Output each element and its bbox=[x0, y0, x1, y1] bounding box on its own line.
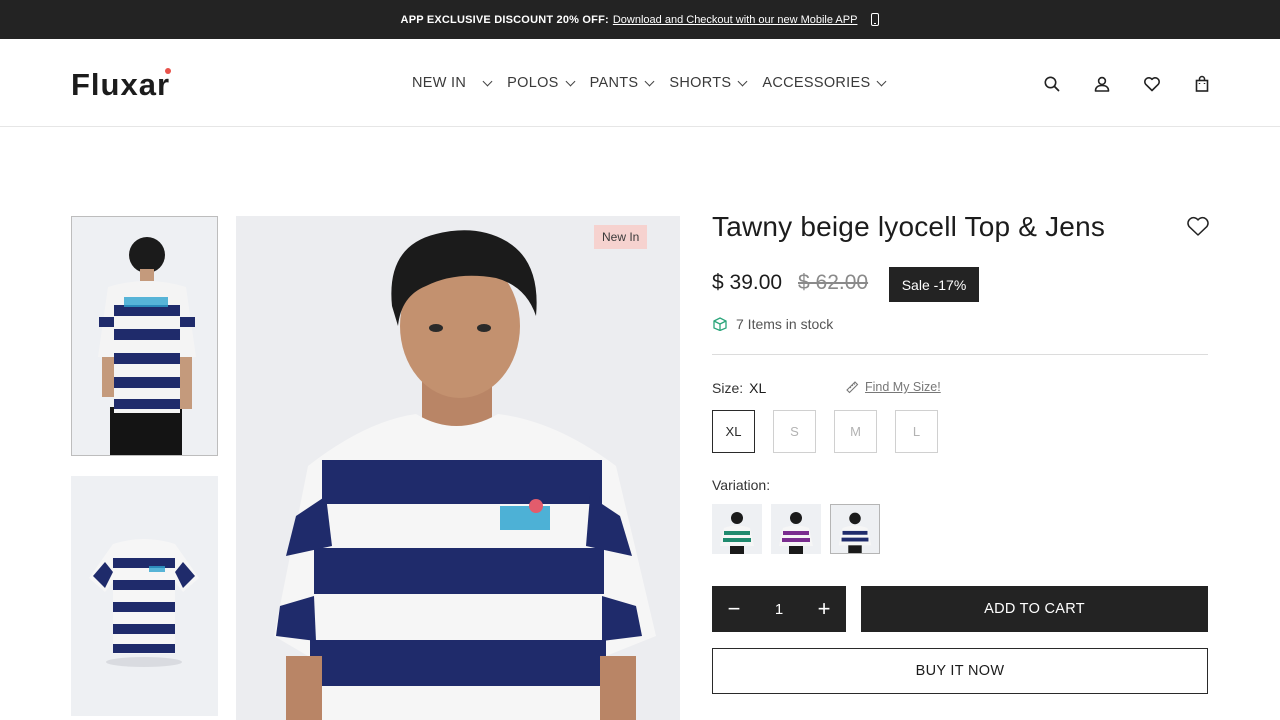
wishlist-icon[interactable] bbox=[1143, 74, 1193, 94]
announcement-text: APP EXCLUSIVE DISCOUNT 20% OFF: bbox=[400, 13, 609, 26]
new-in-badge: New In bbox=[594, 225, 648, 249]
announcement-bar: APP EXCLUSIVE DISCOUNT 20% OFF: Download… bbox=[0, 0, 1280, 39]
divider bbox=[712, 354, 1208, 355]
size-option-l[interactable]: L bbox=[895, 410, 938, 453]
size-option-xl[interactable]: XL bbox=[712, 410, 755, 453]
heart-icon[interactable] bbox=[1186, 215, 1210, 237]
sale-badge: Sale -17% bbox=[889, 267, 979, 302]
variation-option-purple[interactable] bbox=[771, 504, 821, 554]
stock-status: 7 Items in stock bbox=[712, 316, 833, 332]
nav-item-polos[interactable]: POLOS bbox=[507, 75, 576, 91]
gallery-thumbnail-flat[interactable] bbox=[71, 476, 218, 716]
variation-option-navy[interactable] bbox=[830, 504, 880, 554]
chevron-down-icon bbox=[482, 76, 493, 86]
product-model-image bbox=[236, 216, 680, 720]
cart-icon[interactable] bbox=[1193, 74, 1243, 94]
account-icon[interactable] bbox=[1093, 74, 1143, 94]
main-nav: NEW IN POLOS PANTS SHORTS ACCESSORIES bbox=[412, 75, 901, 91]
quantity-increase-button[interactable]: + bbox=[816, 598, 832, 620]
mobile-phone-icon bbox=[871, 13, 880, 26]
add-to-cart-button[interactable]: ADD TO CART bbox=[861, 586, 1208, 632]
variation-options bbox=[712, 504, 880, 554]
announcement-link[interactable]: Download and Checkout with our new Mobil… bbox=[613, 14, 858, 26]
stock-text: 7 Items in stock bbox=[736, 316, 834, 332]
search-icon[interactable] bbox=[1043, 74, 1093, 94]
quantity-decrease-button[interactable]: − bbox=[726, 598, 742, 620]
compare-price: $ 62.00 bbox=[798, 271, 869, 294]
nav-item-pants[interactable]: PANTS bbox=[590, 75, 655, 91]
selected-size-value: XL bbox=[749, 380, 767, 396]
nav-item-accessories[interactable]: ACCESSORIES bbox=[762, 75, 887, 91]
variation-option-green[interactable] bbox=[712, 504, 762, 554]
quantity-stepper: − 1 + bbox=[712, 586, 846, 632]
chevron-down-icon bbox=[737, 76, 748, 86]
site-header: Fluxar NEW IN POLOS PANTS SHORTS ACCESSO… bbox=[0, 39, 1280, 127]
product-price: $ 39.00 bbox=[712, 271, 783, 294]
product-flat-view-image bbox=[71, 476, 218, 716]
chevron-down-icon bbox=[565, 76, 576, 86]
product-title: Tawny beige lyocell Top & Jens bbox=[712, 211, 1106, 242]
logo[interactable]: Fluxar bbox=[71, 67, 172, 103]
nav-item-shorts[interactable]: SHORTS bbox=[669, 75, 748, 91]
chevron-down-icon bbox=[877, 76, 887, 86]
size-options: XL S M L bbox=[712, 410, 938, 453]
header-icons bbox=[1043, 74, 1243, 94]
ruler-icon bbox=[846, 381, 859, 394]
product-back-view-image bbox=[72, 217, 217, 455]
find-my-size-link[interactable]: Find My Size! bbox=[845, 380, 941, 394]
main-product-image[interactable]: New In bbox=[236, 216, 680, 720]
variation-label: Variation: bbox=[712, 477, 771, 493]
size-option-s[interactable]: S bbox=[773, 410, 816, 453]
gallery-thumbnail-back[interactable] bbox=[71, 216, 218, 456]
quantity-value[interactable]: 1 bbox=[775, 601, 783, 618]
chevron-down-icon bbox=[644, 76, 655, 86]
buy-it-now-button[interactable]: BUY IT NOW bbox=[712, 648, 1208, 694]
nav-item-new-in[interactable]: NEW IN bbox=[412, 75, 493, 91]
size-label: Size: XL bbox=[712, 380, 767, 396]
box-icon bbox=[713, 317, 727, 331]
size-option-m[interactable]: M bbox=[834, 410, 877, 453]
